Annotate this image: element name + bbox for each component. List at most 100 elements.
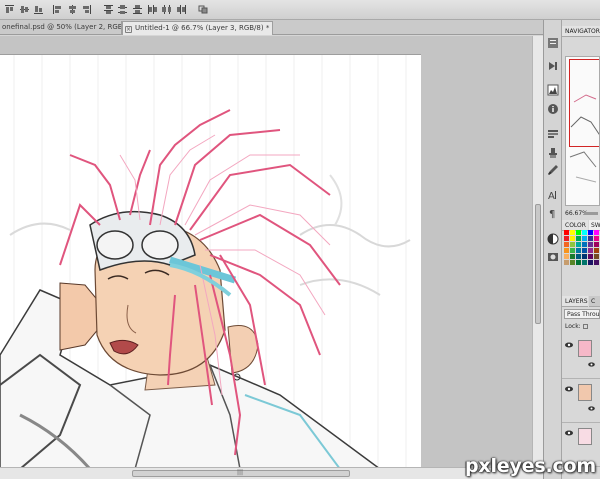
visibility-eye-icon[interactable] xyxy=(565,386,573,392)
blend-mode-select[interactable]: Pass Through xyxy=(564,309,600,319)
color-swatch[interactable] xyxy=(576,242,581,247)
brush-presets-icon[interactable] xyxy=(546,163,560,177)
tab-untitled-1[interactable]: × Untitled-1 @ 66.7% (Layer 3, RGB/8) * xyxy=(122,21,273,35)
color-swatch[interactable] xyxy=(588,230,593,235)
tab-layers[interactable]: LAYERS xyxy=(562,296,588,307)
layer-comps-icon[interactable] xyxy=(546,127,560,141)
color-swatch[interactable] xyxy=(594,254,599,259)
clone-source-icon[interactable] xyxy=(546,146,560,160)
masks-icon[interactable] xyxy=(546,250,560,264)
horizontal-scrollbar[interactable]: ||| xyxy=(0,467,543,479)
histogram-icon[interactable] xyxy=(546,83,560,97)
document-tab-bar: onefinal.psd @ 50% (Layer 2, RGB/8)× ×Un… xyxy=(0,20,543,35)
align-vcenter-icon[interactable] xyxy=(18,3,31,16)
tab-onefinal[interactable]: onefinal.psd @ 50% (Layer 2, RGB/8)× xyxy=(0,21,122,35)
lock-label: Lock: xyxy=(565,323,581,330)
info-icon[interactable] xyxy=(546,102,560,116)
color-swatch[interactable] xyxy=(594,236,599,241)
color-swatch[interactable] xyxy=(564,254,569,259)
visibility-eye-icon[interactable] xyxy=(565,430,573,436)
history-icon[interactable] xyxy=(546,36,560,50)
tab-channels[interactable]: C xyxy=(589,296,600,307)
swatches-grid[interactable] xyxy=(564,230,600,286)
image-canvas[interactable] xyxy=(0,54,421,468)
right-panels: NAVIGATOR 66.67% COLOR SW LAYERS C Pass … xyxy=(562,20,600,479)
color-swatch[interactable] xyxy=(582,230,587,235)
distribute-hcenter-icon[interactable] xyxy=(160,3,173,16)
align-hcenter-icon[interactable] xyxy=(66,3,79,16)
navigator-view-box[interactable] xyxy=(569,59,599,147)
distribute-left-icon[interactable] xyxy=(146,3,159,16)
color-swatch[interactable] xyxy=(570,248,575,253)
color-swatch[interactable] xyxy=(594,248,599,253)
color-swatch[interactable] xyxy=(576,236,581,241)
color-swatch[interactable] xyxy=(576,230,581,235)
distribute-top-icon[interactable] xyxy=(102,3,115,16)
color-swatch[interactable] xyxy=(564,236,569,241)
layer-thumbnail xyxy=(578,340,592,357)
options-bar xyxy=(0,0,600,20)
align-left-icon[interactable] xyxy=(51,3,64,16)
color-swatch[interactable] xyxy=(576,254,581,259)
panel-dock: A ¶ xyxy=(543,20,562,479)
color-swatch[interactable] xyxy=(588,236,593,241)
color-swatch[interactable] xyxy=(582,254,587,259)
artwork-image xyxy=(0,55,421,468)
color-swatch[interactable] xyxy=(570,236,575,241)
color-swatch[interactable] xyxy=(582,260,587,265)
color-swatch[interactable] xyxy=(582,242,587,247)
horizontal-scroll-thumb[interactable]: ||| xyxy=(132,469,350,477)
align-top-icon[interactable] xyxy=(3,3,16,16)
svg-text:A: A xyxy=(548,191,555,201)
distribute-right-icon[interactable] xyxy=(175,3,188,16)
distribute-vcenter-icon[interactable] xyxy=(116,3,129,16)
grip-icon: ||| xyxy=(237,469,244,476)
vertical-scrollbar[interactable] xyxy=(532,36,543,467)
color-swatch[interactable] xyxy=(588,260,593,265)
color-swatch[interactable] xyxy=(564,248,569,253)
visibility-eye-icon[interactable] xyxy=(588,406,595,411)
document-work-area xyxy=(0,36,532,468)
color-swatch[interactable] xyxy=(582,236,587,241)
watermark-logo: pxleyes.com xyxy=(465,455,596,477)
color-swatch[interactable] xyxy=(588,242,593,247)
color-swatch[interactable] xyxy=(564,260,569,265)
color-swatch[interactable] xyxy=(570,260,575,265)
layer-thumbnail xyxy=(578,384,592,401)
photoshop-window: onefinal.psd @ 50% (Layer 2, RGB/8)× ×Un… xyxy=(0,0,600,479)
distribute-bottom-icon[interactable] xyxy=(131,3,144,16)
actions-icon[interactable] xyxy=(546,59,560,73)
character-icon[interactable]: A xyxy=(546,188,560,202)
close-icon[interactable]: × xyxy=(125,26,132,33)
color-swatch[interactable] xyxy=(570,242,575,247)
svg-text:¶: ¶ xyxy=(549,209,555,219)
vertical-scroll-thumb[interactable] xyxy=(535,204,541,324)
color-swatch[interactable] xyxy=(576,248,581,253)
tab-navigator[interactable]: NAVIGATOR xyxy=(562,26,600,37)
paragraph-icon[interactable]: ¶ xyxy=(546,206,560,220)
color-swatch[interactable] xyxy=(588,254,593,259)
lock-transparency-checkbox[interactable] xyxy=(582,324,588,329)
color-swatch[interactable] xyxy=(594,260,599,265)
color-swatch[interactable] xyxy=(594,230,599,235)
adjustments-icon[interactable] xyxy=(546,232,560,246)
color-swatch[interactable] xyxy=(594,242,599,247)
color-swatch[interactable] xyxy=(570,230,575,235)
color-swatch[interactable] xyxy=(588,248,593,253)
navigator-preview[interactable] xyxy=(565,56,600,206)
align-bottom-icon[interactable] xyxy=(32,3,45,16)
layer-row[interactable] xyxy=(562,335,600,379)
color-swatch[interactable] xyxy=(564,242,569,247)
color-swatch[interactable] xyxy=(564,230,569,235)
zoom-slider[interactable] xyxy=(584,212,598,215)
color-swatch[interactable] xyxy=(570,254,575,259)
color-swatch[interactable] xyxy=(582,248,587,253)
visibility-eye-icon[interactable] xyxy=(588,362,595,367)
layer-row[interactable] xyxy=(562,379,600,423)
tab-untitled-1-label: Untitled-1 @ 66.7% (Layer 3, RGB/8) * xyxy=(135,24,270,32)
align-right-icon[interactable] xyxy=(80,3,93,16)
tab-onefinal-label: onefinal.psd @ 50% (Layer 2, RGB/8) xyxy=(2,23,122,31)
visibility-eye-icon[interactable] xyxy=(565,342,573,348)
color-swatch[interactable] xyxy=(576,260,581,265)
auto-align-icon[interactable] xyxy=(197,3,210,16)
